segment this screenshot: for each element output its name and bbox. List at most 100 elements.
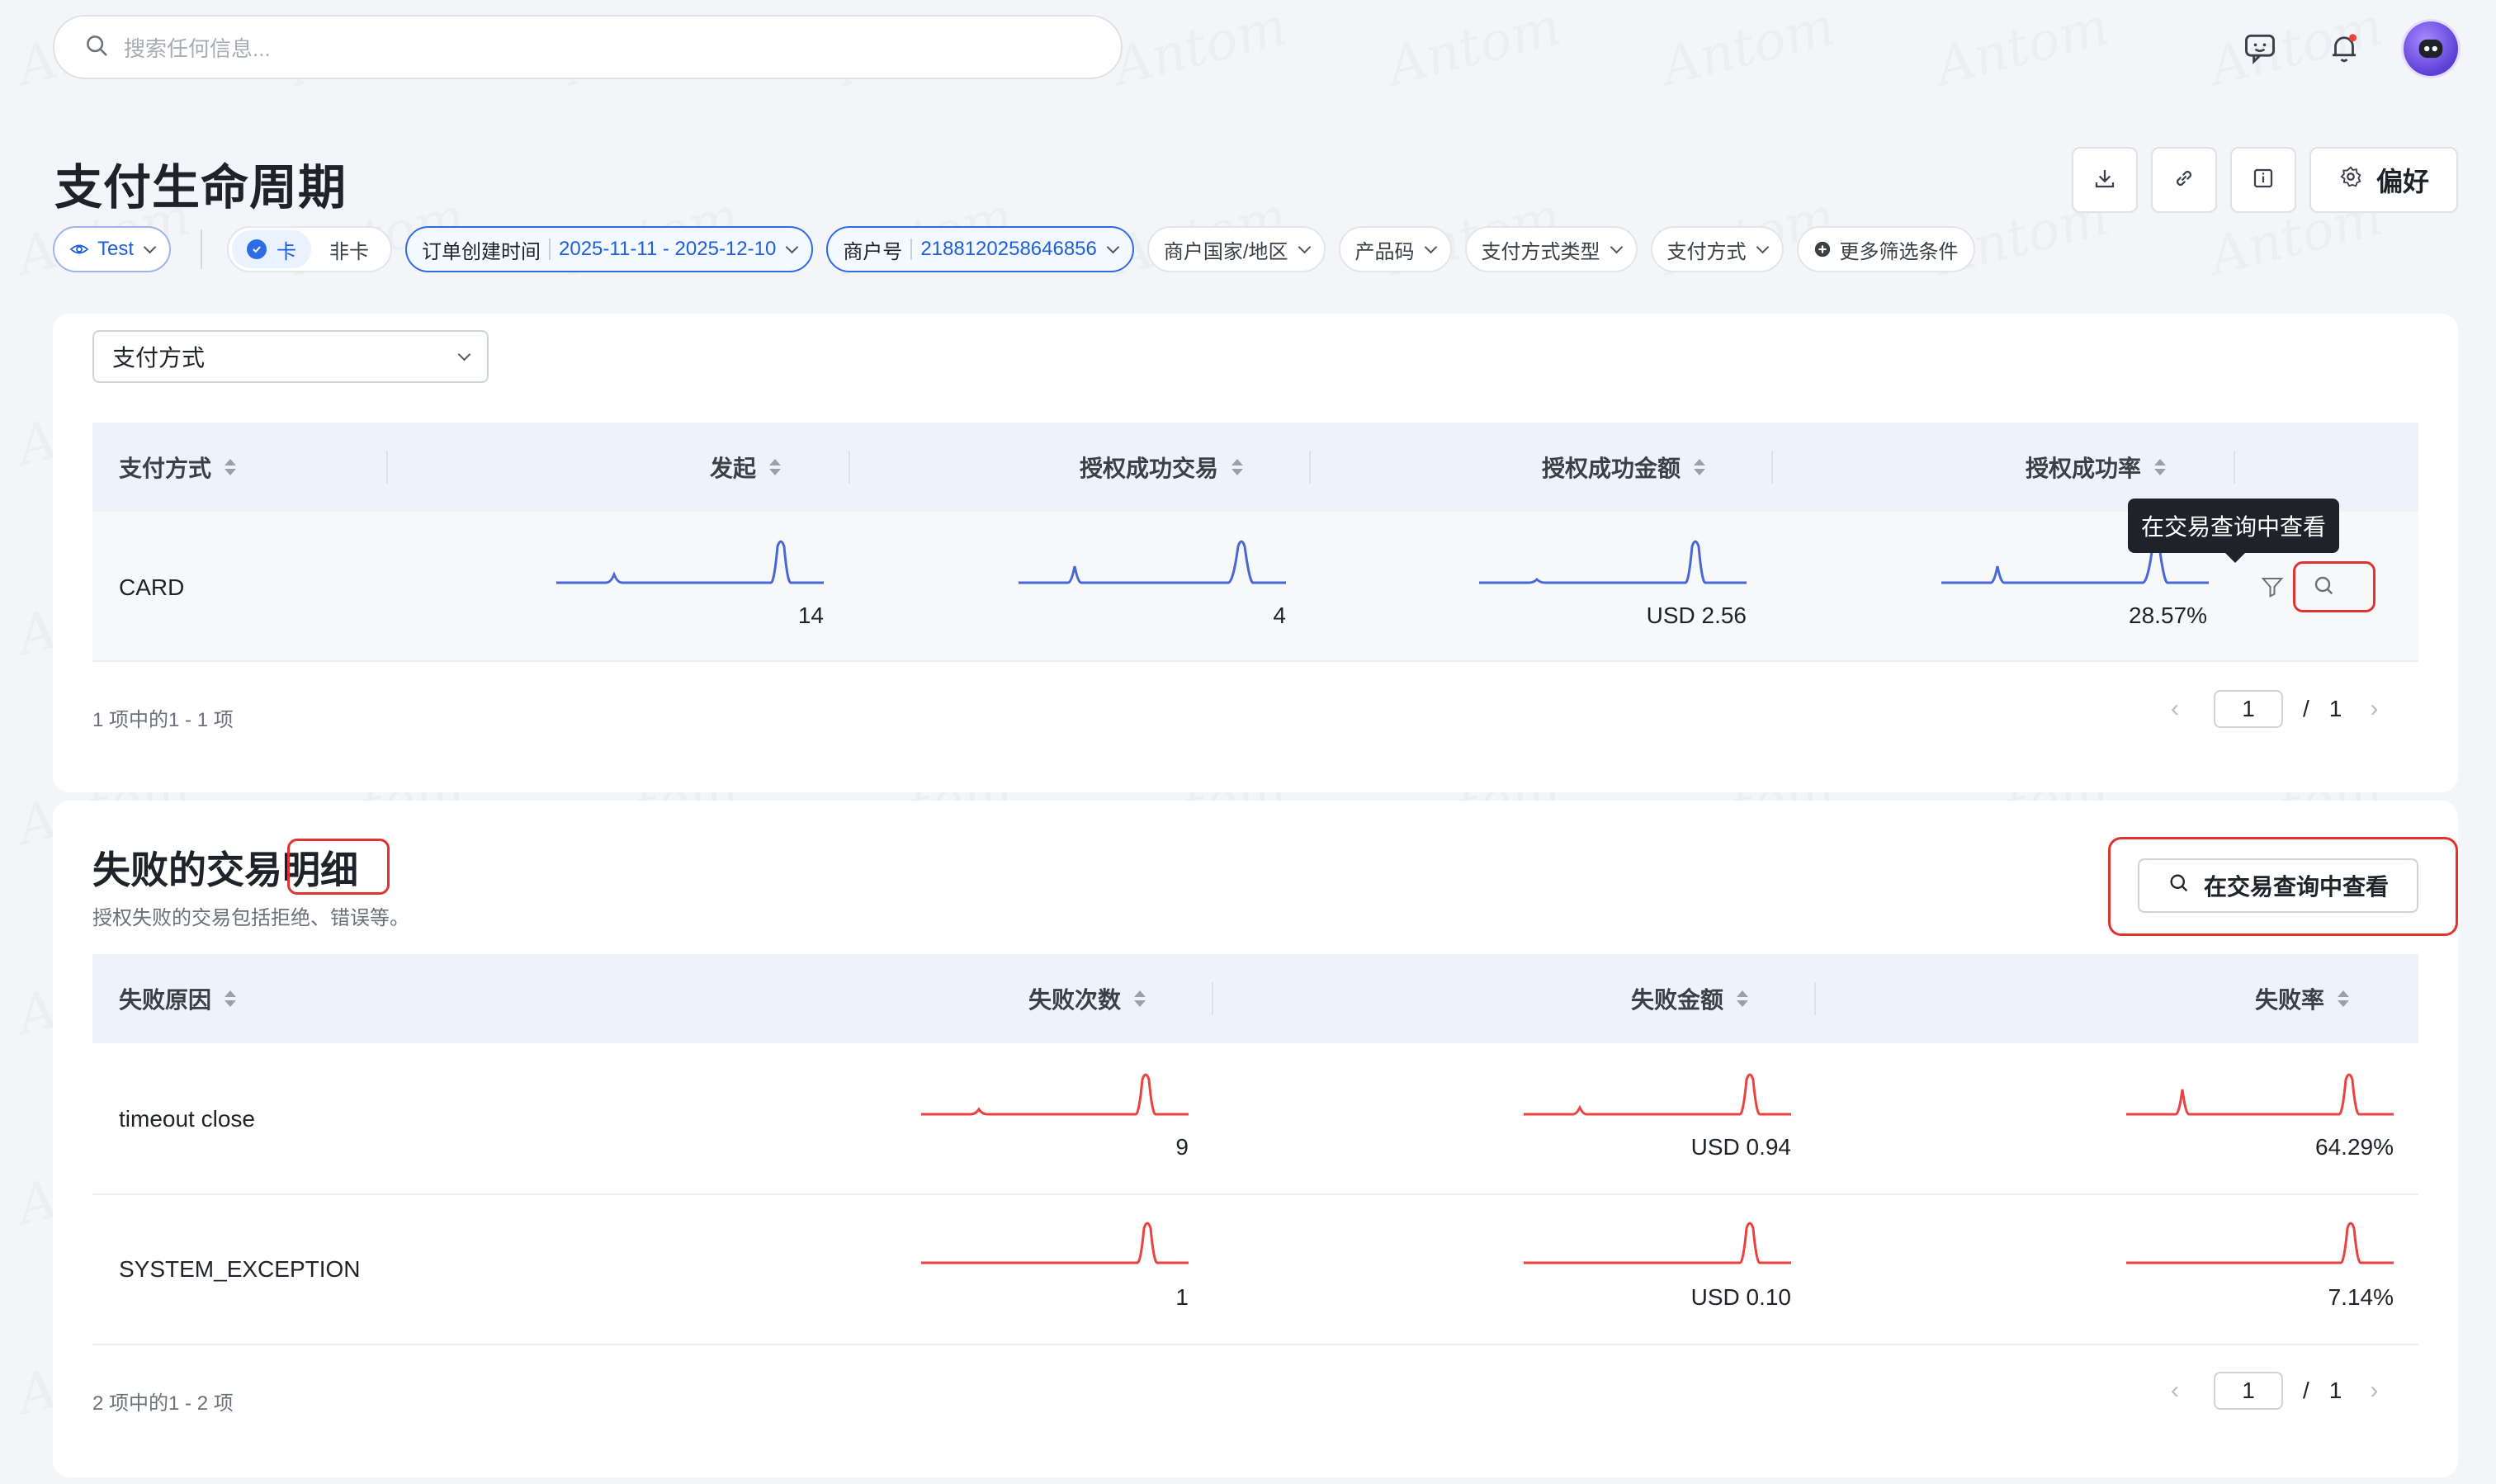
payment-method-type-label: 支付方式类型 — [1481, 240, 1600, 263]
merchant-country-filter[interactable]: 商户国家/地区 — [1146, 226, 1326, 272]
sort-icon[interactable] — [1231, 459, 1244, 475]
non-card-option[interactable]: 非卡 — [311, 235, 387, 264]
download-icon — [2092, 166, 2117, 195]
page-input[interactable]: 1 — [2214, 1372, 2283, 1410]
cell-auth-rate: 28.57% — [2129, 603, 2207, 628]
col-header-initiated[interactable]: 发起 — [710, 423, 782, 512]
sort-icon[interactable] — [1694, 459, 1706, 475]
sort-icon[interactable] — [225, 990, 237, 1007]
cell-failure-rate: 64.29% — [2315, 1134, 2394, 1160]
next-page-icon[interactable]: › — [2370, 695, 2378, 723]
prev-page-icon[interactable]: ‹ — [2171, 695, 2179, 723]
col-header-failure-amount[interactable]: 失败金额 — [1631, 954, 1749, 1043]
sort-icon[interactable] — [2338, 990, 2350, 1007]
pagination: ‹ 1 / 1 › — [2171, 1372, 2378, 1410]
section-subtitle: 授权失败的交易包括拒绝、错误等。 — [92, 907, 409, 929]
env-selector[interactable]: Test — [53, 226, 172, 272]
merchant-filter[interactable]: 商户号 2188120258646856 — [826, 226, 1134, 272]
col-header-payment-method[interactable]: 支付方式 — [119, 423, 237, 512]
payment-method-type-filter[interactable]: 支付方式类型 — [1464, 226, 1638, 272]
table-header: 失败原因 失败次数 失败金额 失败率 — [92, 954, 2418, 1043]
pagination: ‹ 1 / 1 › — [2171, 690, 2378, 728]
cell-failure-count: 9 — [1175, 1134, 1189, 1160]
dimension-select[interactable]: 支付方式 — [92, 330, 489, 383]
sort-icon[interactable] — [769, 459, 782, 475]
col-label: 授权成功交易 — [1080, 456, 1219, 481]
col-header-failure-rate[interactable]: 失败率 — [2255, 954, 2350, 1043]
cell-initiated: 14 — [797, 603, 824, 628]
cell-payment-method: CARD — [119, 574, 185, 600]
chevron-down-icon — [1424, 240, 1437, 253]
copy-link-button[interactable] — [2151, 147, 2217, 213]
col-header-failure-reason[interactable]: 失败原因 — [119, 954, 237, 1043]
col-header-auth-success[interactable]: 授权成功交易 — [1080, 423, 1244, 512]
chevron-down-icon — [1298, 240, 1311, 253]
divider — [201, 229, 203, 269]
col-header-failure-count[interactable]: 失败次数 — [1028, 954, 1146, 1043]
watermark-text: Antom — [1930, 0, 2115, 98]
divider — [1309, 451, 1311, 484]
page-separator: / — [2303, 1378, 2309, 1403]
next-page-icon[interactable]: › — [2370, 1377, 2378, 1405]
filter-icon[interactable] — [2260, 574, 2285, 603]
filter-bar: Test 卡 非卡 订单创建时间 2025-11-11 - 2025-12-10… — [53, 226, 1988, 272]
card-option[interactable]: 卡 — [232, 230, 312, 268]
product-code-label: 产品码 — [1354, 240, 1415, 263]
col-label: 失败率 — [2255, 987, 2325, 1013]
sort-icon[interactable] — [225, 459, 237, 475]
page-separator: / — [2303, 696, 2309, 721]
order-time-label: 订单创建时间 — [422, 240, 541, 263]
divider — [549, 239, 551, 260]
cell-auth-amount: USD 2.56 — [1646, 603, 1747, 628]
sparkline-failure-rate — [2126, 1073, 2394, 1116]
divider — [1814, 982, 1816, 1015]
table-row[interactable] — [92, 512, 2418, 660]
preferences-button[interactable]: 偏好 — [2309, 147, 2458, 213]
table-row[interactable] — [92, 1043, 2418, 1193]
sparkline-auth-success — [1019, 540, 1286, 584]
sparkline-failure-amount — [1524, 1073, 1791, 1116]
pagination-count: 1 项中的1 - 1 项 — [92, 709, 234, 731]
user-avatar[interactable] — [2404, 21, 2458, 76]
more-filters-button[interactable]: 更多筛选条件 — [1796, 226, 1975, 272]
payment-method-filter[interactable]: 支付方式 — [1650, 226, 1784, 272]
col-label: 授权成功金额 — [1542, 456, 1681, 481]
product-code-filter[interactable]: 产品码 — [1338, 226, 1452, 272]
bell-icon[interactable] — [2321, 25, 2367, 71]
divider — [849, 451, 850, 484]
global-search[interactable]: 搜索任何信息... — [53, 15, 1123, 79]
sparkline-auth-amount — [1479, 540, 1747, 584]
sort-icon[interactable] — [2154, 459, 2167, 475]
card-type-toggle[interactable]: 卡 非卡 — [227, 226, 393, 272]
check-icon — [247, 239, 267, 259]
view-in-transaction-query-button[interactable]: 在交易查询中查看 — [2138, 858, 2418, 913]
feedback-icon[interactable] — [2237, 25, 2283, 71]
chevron-down-icon — [457, 347, 471, 361]
download-button[interactable] — [2072, 147, 2138, 213]
page-input[interactable]: 1 — [2214, 690, 2283, 728]
divider — [386, 451, 388, 484]
card-option-label: 卡 — [277, 240, 297, 263]
row-search-icon[interactable] — [2311, 573, 2338, 603]
info-button[interactable] — [2230, 147, 2296, 213]
sparkline-initiated — [556, 540, 824, 584]
watermark-text: Antom — [1382, 0, 1567, 98]
cell-failure-reason: timeout close — [119, 1106, 255, 1132]
table-row[interactable] — [92, 1195, 2418, 1344]
prev-page-icon[interactable]: ‹ — [2171, 1377, 2179, 1405]
sparkline-failure-amount — [1524, 1222, 1791, 1264]
col-label: 失败原因 — [119, 987, 212, 1013]
col-header-auth-amount[interactable]: 授权成功金额 — [1542, 423, 1706, 512]
sort-icon[interactable] — [1737, 990, 1749, 1007]
order-time-filter[interactable]: 订单创建时间 2025-11-11 - 2025-12-10 — [405, 226, 814, 272]
search-icon — [2167, 872, 2191, 900]
sort-icon[interactable] — [1134, 990, 1146, 1007]
table-header: 支付方式 发起 授权成功交易 授权成功金额 授权成功率 — [92, 423, 2418, 512]
section-title-part: 失败的交易 — [92, 848, 282, 891]
cell-failure-count: 1 — [1175, 1284, 1189, 1310]
col-label: 授权成功率 — [2026, 456, 2142, 481]
merchant-label: 商户号 — [843, 240, 903, 263]
merchant-country-label: 商户国家/地区 — [1163, 240, 1288, 263]
cell-failure-rate: 7.14% — [2328, 1284, 2394, 1310]
more-filters-label: 更多筛选条件 — [1839, 240, 1959, 263]
